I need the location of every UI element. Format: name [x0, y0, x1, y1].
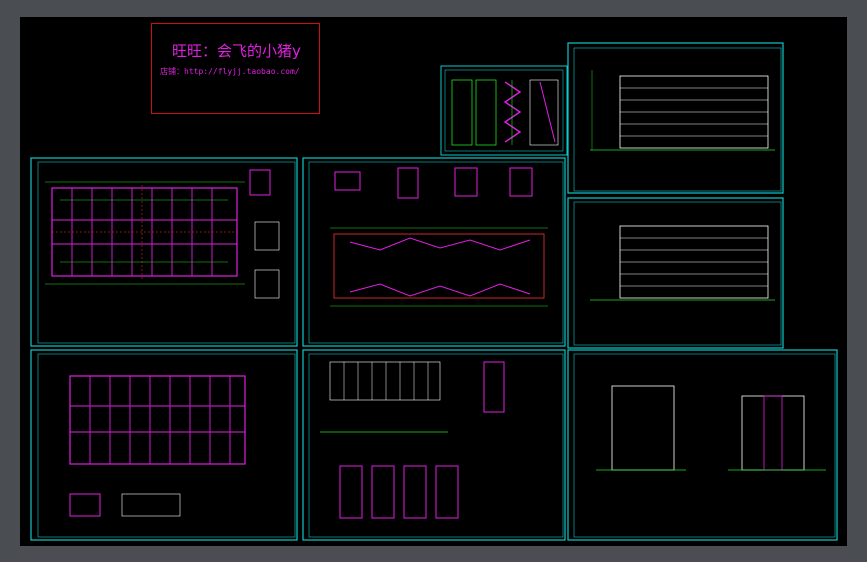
cad-canvas[interactable] [0, 0, 867, 562]
watermark-shop-link: 店铺：http://flyjj.taobao.com/ [160, 67, 300, 76]
drawing-area[interactable] [20, 17, 847, 546]
watermark-title: 旺旺：会飞的小猪y [172, 42, 301, 60]
